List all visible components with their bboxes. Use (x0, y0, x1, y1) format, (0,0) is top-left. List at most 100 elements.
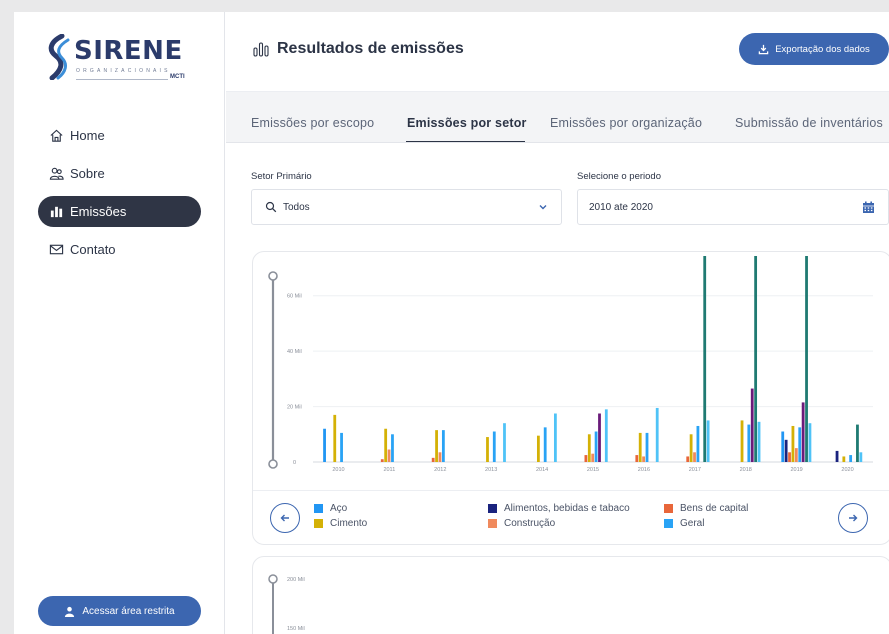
y-tick-label: 20 Mil (287, 405, 302, 411)
sidebar-item-sobre[interactable]: Sobre (38, 158, 201, 189)
bar (788, 452, 791, 462)
legend-item-aco[interactable]: Aço (314, 503, 347, 514)
legend-label: Alimentos, bebidas e tabaco (504, 503, 630, 514)
bar (438, 452, 442, 462)
x-tick-label: 2010 (332, 467, 344, 473)
bar (486, 437, 489, 462)
bar (431, 457, 435, 462)
legend-swatch (664, 504, 673, 513)
bar-chart-icon (50, 206, 63, 218)
legend-prev-button[interactable] (270, 503, 300, 533)
bar (757, 421, 761, 462)
second-chart-card: 200 Mil 150 Mil (252, 556, 889, 634)
bar (686, 456, 690, 462)
bar (587, 434, 591, 462)
restricted-area-button[interactable]: Acessar área restrita (38, 596, 201, 626)
sidebar-item-contato[interactable]: Contato (38, 234, 201, 265)
x-tick-label: 2015 (587, 467, 599, 473)
bar (645, 432, 649, 462)
range-slider-handle-top[interactable] (268, 271, 278, 281)
bar (503, 423, 506, 462)
bar (842, 456, 846, 462)
legend-item-construcao[interactable]: Construção (488, 518, 555, 529)
sidebar-item-emissoes[interactable]: Emissões (38, 196, 201, 227)
bar (435, 430, 438, 462)
x-tick-label: 2019 (791, 467, 803, 473)
second-chart-slider-handle[interactable] (268, 574, 278, 584)
bar (784, 439, 788, 462)
bar (794, 448, 798, 462)
bar (805, 256, 808, 462)
page-header: Resultados de emissões Exportação dos da… (226, 12, 889, 91)
legend-label: Aço (330, 503, 348, 514)
y-tick-label: 0 (293, 460, 296, 466)
sirene-logo[interactable]: SIRENE ORGANIZACIONAIS MCTI (44, 34, 194, 84)
x-tick-label: 2020 (841, 467, 853, 473)
user-icon (65, 606, 75, 617)
bar (856, 424, 859, 462)
tab-emissoes-por-setor[interactable]: Emissões por setor (407, 92, 527, 142)
legend-label: Bens de capital (680, 503, 749, 514)
search-icon (265, 201, 277, 213)
sector-filter-label: Setor Primário (251, 171, 312, 182)
sidebar-item-label: Contato (70, 242, 116, 257)
tab-emissoes-por-escopo[interactable]: Emissões por escopo (251, 92, 374, 142)
bar (808, 423, 812, 462)
bar (441, 430, 445, 462)
legend-item-bens-de-capital[interactable]: Bens de capital (664, 503, 748, 514)
period-picker-value: 2010 ate 2020 (589, 201, 653, 213)
download-icon (758, 44, 769, 54)
bar (492, 431, 496, 462)
legend-item-geral[interactable]: Geral (664, 518, 704, 529)
y-tick-label: 60 Mil (287, 294, 302, 300)
sidebar-item-label: Home (70, 128, 105, 143)
second-chart-y-tick: 150 Mil (287, 626, 305, 632)
bar (380, 459, 384, 462)
legend-label: Construção (504, 518, 556, 529)
y-tick-label: 40 Mil (287, 349, 302, 355)
restricted-area-label: Acessar área restrita (82, 605, 175, 617)
second-chart: 200 Mil 150 Mil (268, 574, 305, 634)
bar (849, 455, 853, 462)
range-slider-handle-bottom[interactable] (268, 459, 278, 469)
x-tick-label: 2013 (485, 467, 497, 473)
sector-select[interactable]: Todos (251, 189, 562, 225)
sector-select-value: Todos (283, 201, 310, 213)
bar (536, 435, 540, 462)
bar (391, 434, 394, 462)
bar (323, 428, 326, 462)
page-title-text: Resultados de emissões (277, 40, 464, 57)
bar (543, 427, 547, 462)
mail-icon (49, 244, 64, 255)
users-icon (49, 167, 64, 180)
sidebar-item-home[interactable]: Home (38, 120, 201, 151)
bar (798, 427, 802, 462)
bar (591, 453, 595, 462)
logo-subtitle: ORGANIZACIONAIS (76, 68, 171, 74)
tab-submissao-de-inventarios[interactable]: Submissão de inventários (735, 92, 883, 142)
bar (642, 456, 646, 462)
bar (387, 449, 391, 462)
tab-emissoes-por-organizacao[interactable]: Emissões por organização (550, 92, 702, 142)
main-content: Resultados de emissões Exportação dos da… (226, 12, 889, 634)
legend-label: Cimento (330, 518, 368, 529)
legend-next-button[interactable] (838, 503, 868, 533)
app-window: SIRENE ORGANIZACIONAIS MCTI Home Sobre E… (14, 12, 889, 634)
legend-item-cimento[interactable]: Cimento (314, 518, 367, 529)
legend-swatch (664, 519, 673, 528)
emissions-tabs: Emissões por escopo Emissões por setor E… (226, 91, 889, 143)
period-picker[interactable]: 2010 ate 2020 (577, 189, 889, 225)
export-label: Exportação dos dados (775, 43, 870, 55)
calendar-icon (863, 201, 874, 213)
legend-item-alimentos[interactable]: Alimentos, bebidas e tabaco (488, 503, 630, 514)
export-data-button[interactable]: Exportação dos dados (739, 33, 889, 65)
x-tick-label: 2018 (740, 467, 752, 473)
bar (703, 256, 707, 462)
bar (689, 434, 693, 462)
bar (801, 402, 805, 462)
legend-swatch (314, 504, 323, 513)
sidebar-item-label: Sobre (70, 166, 105, 181)
bar (594, 431, 598, 462)
bar (598, 413, 601, 462)
bar (333, 414, 337, 462)
